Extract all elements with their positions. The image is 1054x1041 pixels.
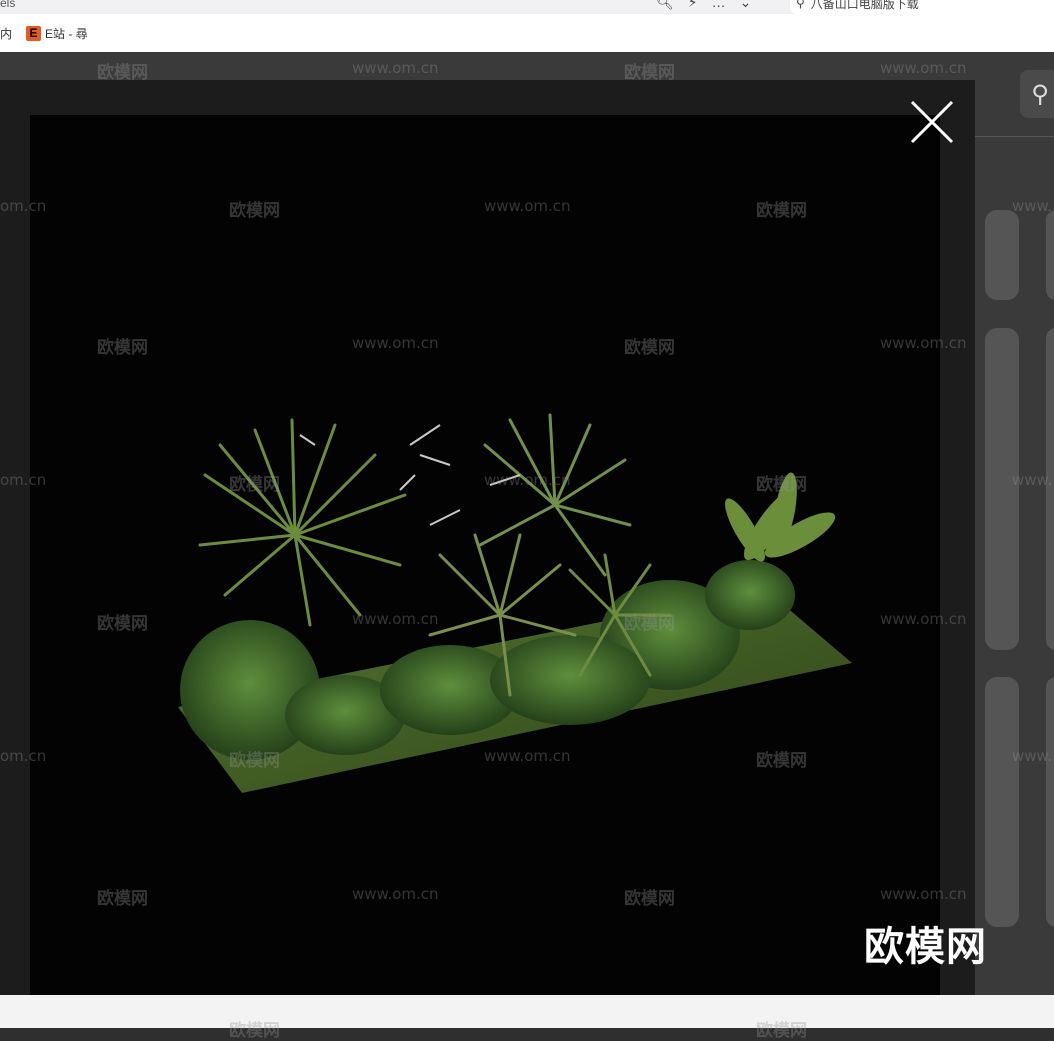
card[interactable] (985, 210, 1019, 300)
white-flower-sprigs (299, 424, 521, 526)
card[interactable] (985, 677, 1019, 927)
bush (490, 635, 650, 725)
card[interactable] (1046, 328, 1054, 650)
browser-search-placeholder: 八备山口电脑版下载 (810, 0, 919, 11)
search-icon: ⚲ (796, 0, 805, 10)
yucca-center (478, 413, 632, 577)
broadleaf-plant (725, 472, 836, 562)
bookmark-label: 内 (0, 26, 13, 41)
yucca-left (198, 418, 407, 627)
search-icon[interactable]: ⚲ (1020, 70, 1054, 118)
lightning-icon[interactable]: ⚡︎ (688, 0, 698, 11)
bookmark-item[interactable]: E E站 - 尋 (26, 25, 88, 42)
bookmarks-bar: 内 E E站 - 尋 (0, 14, 1054, 53)
brand-logo-watermark: 欧模网 (864, 924, 987, 970)
address-bar-icons: 🔍︎ ⚡︎ … ⌄ (656, 0, 751, 11)
page-footer-strip (0, 995, 1054, 1028)
chevron-down-icon[interactable]: ⌄ (740, 0, 752, 11)
card[interactable] (985, 328, 1019, 650)
more-icon[interactable]: … (712, 0, 726, 11)
divider (975, 136, 1054, 137)
close-icon (910, 100, 954, 144)
preview-image (30, 115, 940, 995)
plant-bed-render (178, 413, 852, 793)
close-button[interactable] (908, 98, 956, 146)
card[interactable] (1046, 210, 1054, 300)
bookmark-item[interactable]: 内 (0, 25, 12, 42)
browser-toolbar: els 🔍︎ ⚡︎ … ⌄ ⚲ 八备山口电脑版下载 (0, 0, 1054, 14)
address-bar-url[interactable]: els (0, 0, 15, 10)
bush (705, 560, 795, 630)
bookmark-label: E站 - 尋 (45, 26, 88, 41)
e-site-icon: E (26, 25, 42, 41)
card[interactable] (1046, 677, 1054, 927)
zoom-icon[interactable]: 🔍︎ (656, 0, 674, 11)
browser-search-box[interactable]: ⚲ 八备山口电脑版下载 (790, 0, 1054, 14)
